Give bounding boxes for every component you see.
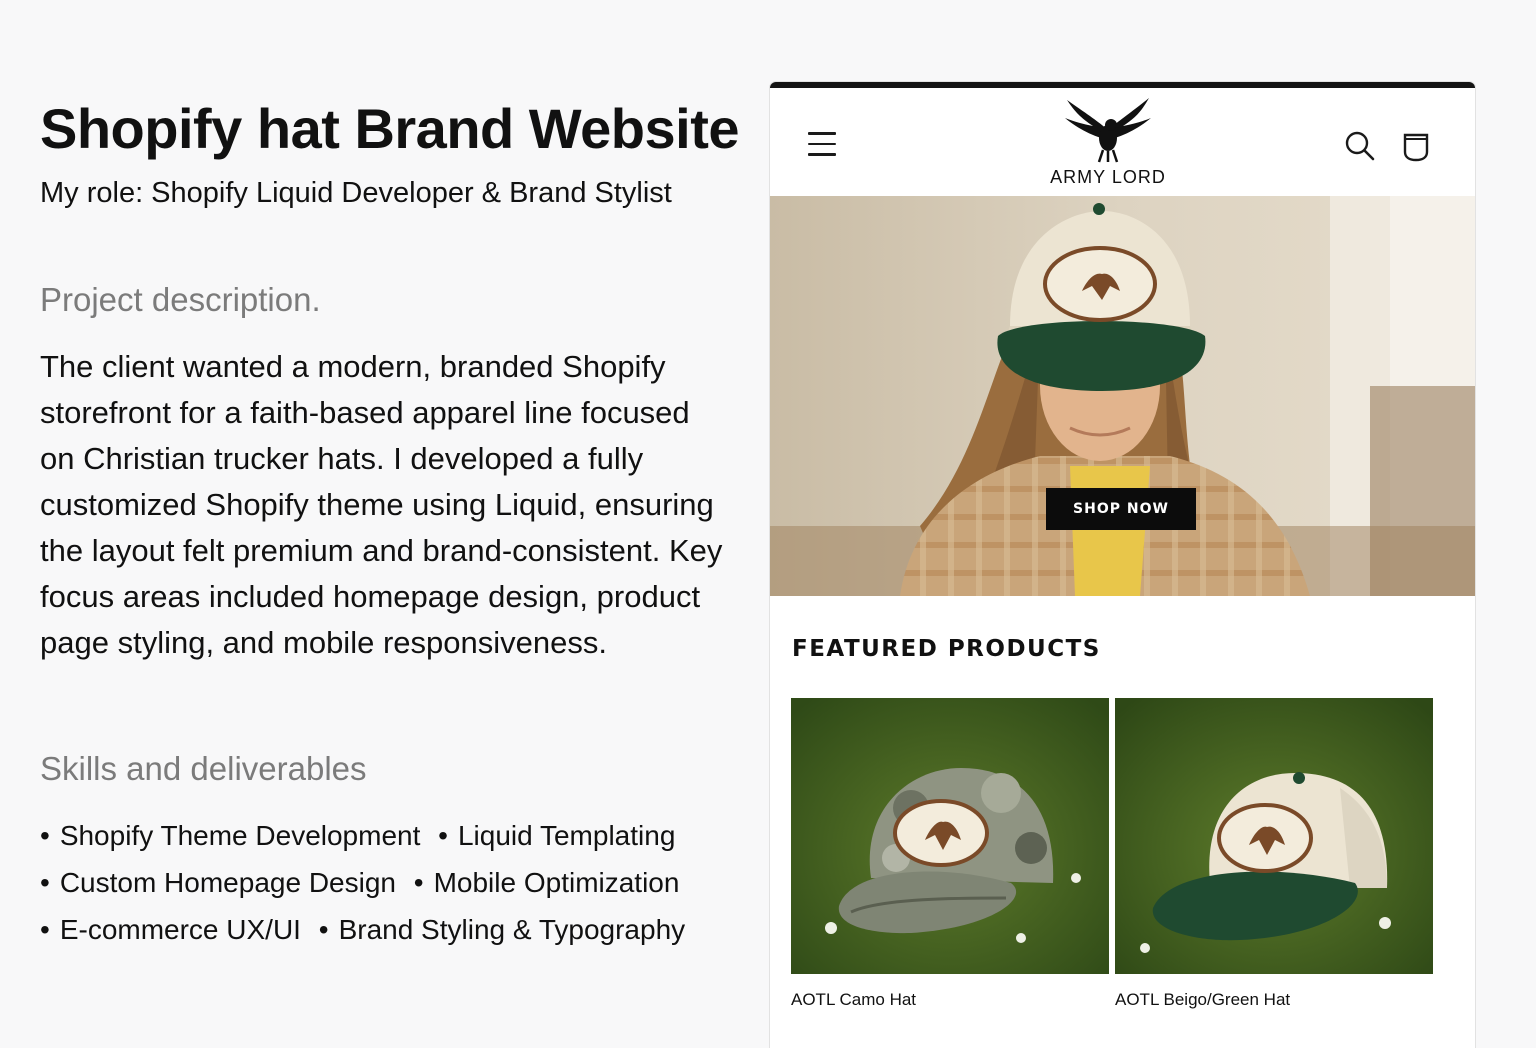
skills-list: • Shopify Theme Development • Liquid Templ… [40,812,685,953]
skill-item: Mobile Optimization [433,867,680,898]
skills-row: • E-commerce UX/UI • Brand Styling & Typog… [40,914,686,945]
description-heading: Project description. [40,281,321,318]
case-study-panel: Shopify hat Brand Website My role: Shopi… [40,94,760,945]
page-title: Shopify hat Brand Website [40,97,739,160]
role-line: My role: Shopify Liquid Developer & Bran… [40,177,672,209]
product-name[interactable]: AOTL Beigo/Green Hat [1115,990,1433,1010]
product-image-camo-hat[interactable] [791,698,1109,974]
search-icon[interactable] [1344,130,1376,162]
eagle-icon [1065,98,1151,163]
skill-item: Brand Styling & Typography [338,914,686,945]
shop-now-button[interactable]: SHOP NOW [1046,488,1196,530]
logo-text: ARMY LORD [1050,167,1166,187]
skill-item: E-commerce UX/UI [59,914,301,945]
store-mockup: ARMY LORD SHOP NOW FEATURED PRODUCTS AOT… [770,82,1475,1048]
featured-heading: FEATURED PRODUCTS [792,636,1101,662]
skills-row: • Shopify Theme Development • Liquid Templ… [40,820,676,851]
skill-item: Custom Homepage Design [59,867,396,898]
project-description: The client wanted a modern, branded Shop… [40,349,723,660]
skills-row: • Custom Homepage Design • Mobile Optimiza… [40,867,680,898]
store-header: ARMY LORD [770,88,1475,196]
hero-image [770,196,1475,596]
product-card[interactable]: AOTL Camo Hat [791,698,1109,1010]
hero-banner: SHOP NOW [770,196,1475,596]
menu-icon[interactable] [808,132,836,156]
cart-icon[interactable] [1402,130,1430,162]
skills-heading: Skills and deliverables [40,750,367,787]
product-image-beige-green-hat[interactable] [1115,698,1433,974]
store-logo[interactable]: ARMY LORD [1038,92,1178,188]
skill-item: Shopify Theme Development [59,820,421,851]
skill-item: Liquid Templating [457,820,676,851]
product-name[interactable]: AOTL Camo Hat [791,990,1109,1010]
product-card[interactable]: AOTL Beigo/Green Hat [1115,698,1433,1010]
